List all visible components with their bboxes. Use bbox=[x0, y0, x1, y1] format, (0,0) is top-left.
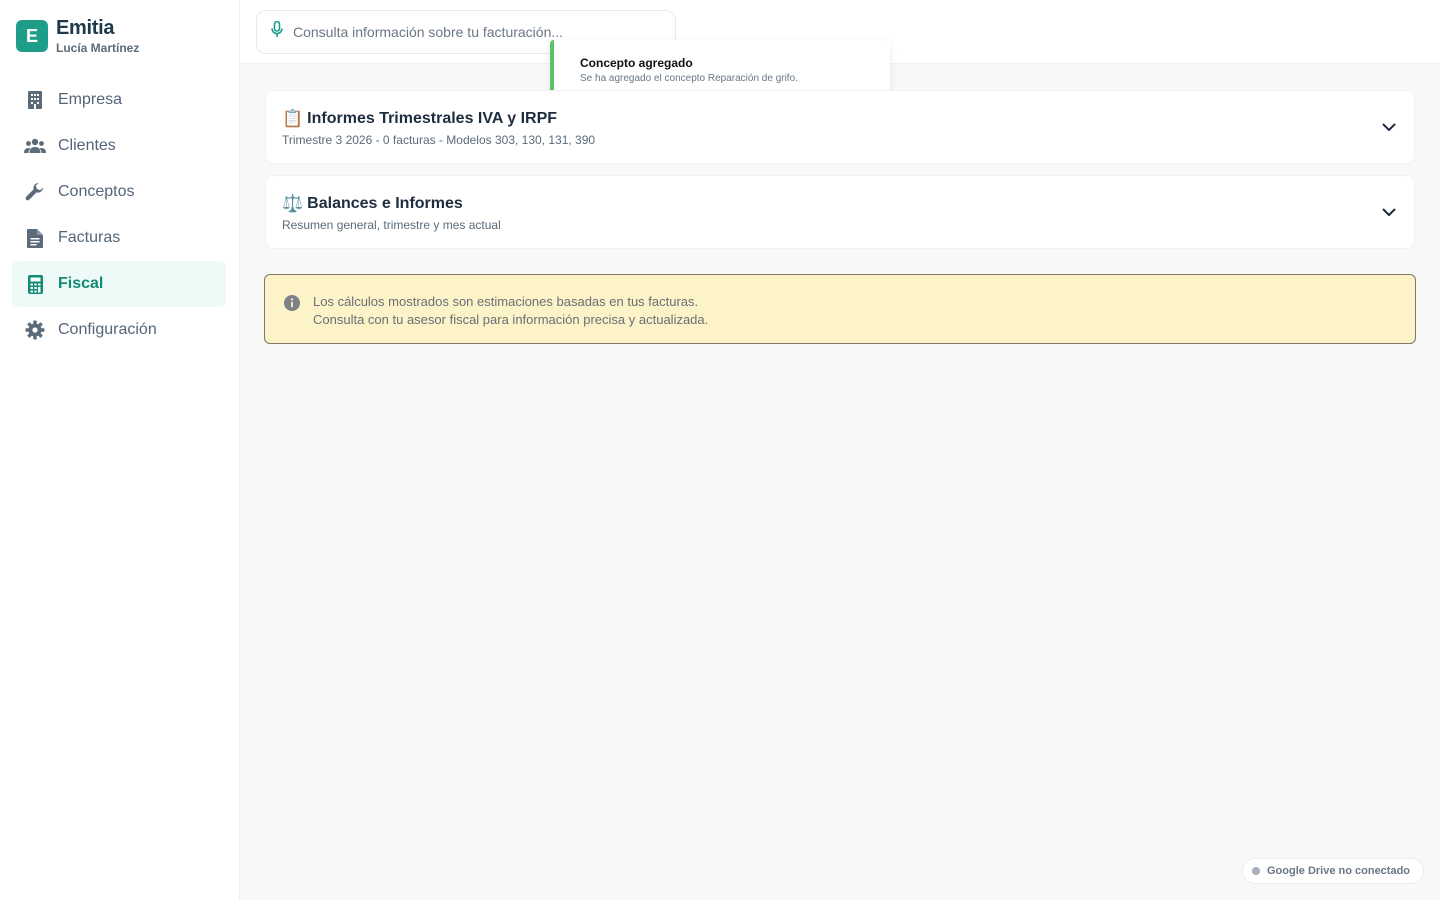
fiscal-notice: Los cálculos mostrados son estimaciones … bbox=[264, 274, 1416, 344]
info-icon bbox=[284, 295, 300, 316]
sidebar-item-configuracion[interactable]: Configuración bbox=[12, 307, 226, 353]
clipboard-icon: 📋 bbox=[282, 109, 304, 128]
sidebar-item-fiscal[interactable]: Fiscal bbox=[12, 261, 226, 307]
sidebar-item-facturas[interactable]: Facturas bbox=[12, 215, 226, 261]
drive-status-label: Google Drive no conectado bbox=[1267, 865, 1411, 877]
sidebar-item-label: Configuración bbox=[58, 321, 157, 338]
document-icon bbox=[24, 227, 46, 249]
brand[interactable]: E Emitia Lucía Martínez bbox=[16, 17, 139, 55]
sidebar-item-clientes[interactable]: Clientes bbox=[12, 123, 226, 169]
card-title: Balances e Informes bbox=[307, 195, 463, 212]
toast-message: Se ha agregado el concepto Reparación de… bbox=[580, 73, 798, 84]
quarterly-reports-card[interactable]: 📋 Informes Trimestrales IVA y IRPF Trime… bbox=[265, 90, 1415, 164]
sidebar-item-label: Conceptos bbox=[58, 183, 135, 200]
calculator-icon bbox=[24, 273, 46, 295]
notice-line-2: Consulta con tu asesor fiscal para infor… bbox=[313, 312, 709, 327]
gear-icon bbox=[24, 319, 46, 341]
wrench-icon bbox=[24, 181, 46, 203]
toast-title: Concepto agregado bbox=[580, 56, 693, 70]
users-icon bbox=[24, 135, 46, 157]
chevron-down-icon[interactable] bbox=[1382, 204, 1396, 222]
search-input[interactable] bbox=[293, 24, 653, 40]
chevron-down-icon[interactable] bbox=[1382, 119, 1396, 137]
sidebar-item-conceptos[interactable]: Conceptos bbox=[12, 169, 226, 215]
card-subtitle: Resumen general, trimestre y mes actual bbox=[282, 218, 501, 232]
microphone-icon[interactable] bbox=[271, 20, 283, 43]
sidebar-item-label: Empresa bbox=[58, 91, 123, 108]
sidebar-item-label: Fiscal bbox=[58, 275, 104, 292]
sidebar: E Emitia Lucía Martínez Empresa Clientes… bbox=[0, 0, 240, 900]
app-logo: E bbox=[16, 20, 48, 52]
scales-icon: ⚖️ bbox=[282, 194, 304, 213]
user-name: Lucía Martínez bbox=[56, 41, 140, 55]
card-subtitle: Trimestre 3 2026 - 0 facturas - Modelos … bbox=[282, 133, 596, 147]
sidebar-item-label: Facturas bbox=[58, 229, 121, 246]
app-name: Emitia bbox=[56, 17, 115, 39]
drive-status-badge[interactable]: Google Drive no conectado bbox=[1242, 858, 1424, 884]
balances-reports-card[interactable]: ⚖️ Balances e Informes Resumen general, … bbox=[265, 175, 1415, 249]
sidebar-item-label: Clientes bbox=[58, 137, 116, 154]
notice-line-1: Los cálculos mostrados son estimaciones … bbox=[313, 294, 699, 309]
status-dot-icon bbox=[1252, 867, 1260, 875]
card-title: Informes Trimestrales IVA y IRPF bbox=[307, 110, 558, 127]
sidebar-item-empresa[interactable]: Empresa bbox=[12, 77, 226, 123]
building-icon bbox=[24, 89, 46, 111]
sidebar-nav: Empresa Clientes Conceptos Facturas Fisc… bbox=[12, 77, 226, 353]
